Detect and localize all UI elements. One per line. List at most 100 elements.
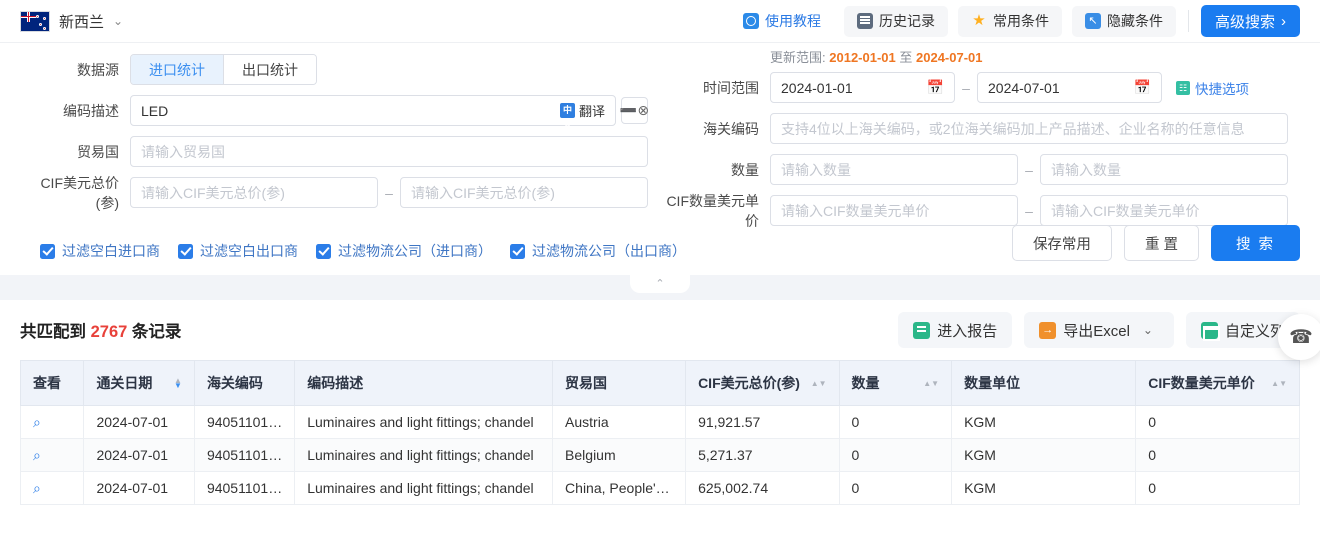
translate-button[interactable]: 中A 翻译 <box>554 99 611 130</box>
column-label: CIF美元总价(参) <box>698 375 800 391</box>
column-header-description: 编码描述 <box>294 360 554 406</box>
advanced-search-button[interactable]: 高级搜索 › <box>1200 5 1300 37</box>
time-range-label: 时间范围 <box>703 79 759 96</box>
range-separator: – <box>385 184 393 201</box>
cif-total-to-input[interactable]: 请输入CIF美元总价(参) <box>400 177 648 208</box>
quantity-to-input[interactable]: 请输入数量 <box>1040 154 1288 185</box>
save-preset-button[interactable]: 保存常用 <box>1011 225 1112 261</box>
column-label: 查看 <box>33 375 61 391</box>
enter-report-label: 进入报告 <box>937 322 998 340</box>
enter-report-button[interactable]: 进入报告 <box>898 312 1013 348</box>
column-label: 编码描述 <box>307 375 364 391</box>
results-table: 查看 通关日期 ▲ ▼ 海关编码 编码描述 贸易国 CIF美元总价(参) ▲▼ … <box>19 360 1300 505</box>
sort-icon[interactable]: ▲▼ <box>811 379 827 387</box>
cell-description: Luminaires and light fittings; chandel <box>294 471 554 505</box>
search-icon[interactable]: ⌕ <box>33 447 41 463</box>
sort-icon[interactable]: ▲▼ <box>1271 379 1287 387</box>
tab-import-stats[interactable]: 进口统计 <box>131 55 223 84</box>
hide-conditions-button[interactable]: 隐藏条件 <box>1071 5 1176 37</box>
new-zealand-flag-icon <box>20 10 50 32</box>
column-header-clearance-date[interactable]: 通关日期 ▲ ▼ <box>83 360 195 406</box>
reset-button[interactable]: 重 置 <box>1123 225 1199 261</box>
translate-icon: 中A <box>559 103 575 130</box>
custom-columns-label: 自定义列 <box>1224 322 1285 340</box>
hs-code-label: 海关编码 <box>703 120 759 137</box>
sort-icon[interactable]: ▲▼ <box>923 379 939 387</box>
table-row[interactable]: ⌕ 2024-07-01 9405110100 Luminaires and l… <box>19 471 1300 505</box>
chevron-down-icon[interactable]: ⌄ <box>1137 323 1159 337</box>
advanced-search-label: 高级搜索 <box>1214 13 1275 31</box>
cif-unit-to-input[interactable]: 请输入CIF数量美元单价 <box>1040 195 1288 226</box>
time-range-from-input[interactable]: 2024-01-01 📅 <box>770 72 955 103</box>
collapse-form-toggle[interactable]: ⌃ <box>630 274 690 293</box>
trade-country-input[interactable]: 请输入贸易国 <box>130 136 648 167</box>
cell-country: Belgium <box>552 438 687 472</box>
record-count-value: 2767 <box>90 323 128 341</box>
quantity-row: 数量 请输入数量 – 请输入数量 <box>660 149 1288 190</box>
record-count-suffix: 条记录 <box>131 323 182 341</box>
quantity-from-input[interactable]: 请输入数量 <box>770 154 1018 185</box>
export-excel-label: 导出Excel <box>1063 322 1130 340</box>
support-headset-icon[interactable]: ☎ <box>1278 314 1320 360</box>
checkbox-filter-blank-importer[interactable]: 过滤空白进口商 <box>40 241 160 261</box>
trade-country-label: 贸易国 <box>77 143 119 160</box>
history-button[interactable]: 历史记录 <box>843 5 948 37</box>
view-cell[interactable]: ⌕ <box>19 471 85 505</box>
cell-date: 2024-07-01 <box>83 438 195 472</box>
record-count-prefix: 共匹配到 <box>20 323 86 341</box>
cell-cif-unit: 0 <box>1135 438 1300 472</box>
cell-country: China, People's R <box>552 471 687 505</box>
hs-code-input[interactable]: 支持4位以上海关编码，或2位海关编码加上产品描述、企业名称的任意信息 <box>770 113 1288 144</box>
favorites-label: 常用条件 <box>992 13 1049 29</box>
calendar-icon: 📅 <box>926 79 944 95</box>
view-cell[interactable]: ⌕ <box>19 438 85 472</box>
cell-cif-unit: 0 <box>1135 471 1300 505</box>
column-header-quantity[interactable]: 数量 ▲▼ <box>838 360 953 406</box>
magnifier-minus-icon[interactable]: ➖⊗ <box>620 97 649 124</box>
table-row[interactable]: ⌕ 2024-07-01 9405110100 Luminaires and l… <box>19 405 1300 439</box>
checkbox-icon <box>40 243 55 259</box>
favorites-button[interactable]: ★ 常用条件 <box>957 5 1062 37</box>
checkbox-filter-logistics-exporter[interactable]: 过滤物流公司（出口商） <box>510 241 686 261</box>
column-header-cif-unit-price[interactable]: CIF数量美元单价 ▲▼ <box>1135 360 1300 406</box>
star-icon: ★ <box>972 12 986 29</box>
hide-icon <box>1084 13 1101 29</box>
column-header-cif-total[interactable]: CIF美元总价(参) ▲▼ <box>685 360 840 406</box>
search-icon[interactable]: ⌕ <box>33 414 41 430</box>
export-excel-button[interactable]: 导出Excel ⌄ <box>1024 312 1174 348</box>
update-range-note: 更新范围: 2012-01-01 至 2024-07-01 <box>770 47 983 66</box>
time-range-to-input[interactable]: 2024-07-01 📅 <box>977 72 1162 103</box>
description-input[interactable]: LED <box>130 95 616 126</box>
quick-options-link[interactable]: ☷ 快捷选项 <box>1176 78 1249 98</box>
form-left-column: 数据源 进口统计 出口统计 编码描述 LED 中A 翻译 ➖⊗ 贸易国 请输入贸… <box>20 49 649 231</box>
hs-code-row: 海关编码 支持4位以上海关编码，或2位海关编码加上产品描述、企业名称的任意信息 <box>660 108 1288 149</box>
search-button[interactable]: 搜 索 <box>1210 225 1300 261</box>
update-range-middle: 至 <box>899 50 913 65</box>
cell-cif-total: 5,271.37 <box>685 438 840 472</box>
table-row[interactable]: ⌕ 2024-07-01 9405110100 Luminaires and l… <box>19 438 1300 472</box>
trade-country-row: 贸易国 请输入贸易国 <box>20 131 648 172</box>
cell-cif-unit: 0 <box>1135 405 1300 439</box>
excel-icon <box>1039 321 1057 339</box>
checkbox-filter-logistics-importer[interactable]: 过滤物流公司（进口商） <box>316 241 492 261</box>
column-label: 数量 <box>851 375 880 391</box>
table-header-row: 查看 通关日期 ▲ ▼ 海关编码 编码描述 贸易国 CIF美元总价(参) ▲▼ … <box>19 360 1300 406</box>
datasource-label: 数据源 <box>77 61 119 78</box>
search-icon[interactable]: ⌕ <box>33 480 41 496</box>
column-header-quantity-unit: 数量单位 <box>951 360 1137 406</box>
country-selector[interactable]: 新西兰 ⌄ <box>20 10 123 32</box>
checkbox-icon <box>316 243 331 259</box>
tab-export-stats[interactable]: 出口统计 <box>223 55 316 84</box>
tutorial-button[interactable]: 使用教程 <box>730 6 834 37</box>
cif-total-row: CIF美元总价(参) 请输入CIF美元总价(参) – 请输入CIF美元总价(参) <box>20 172 648 213</box>
tutorial-icon <box>742 13 759 29</box>
cif-unit-from-input[interactable]: 请输入CIF数量美元单价 <box>770 195 1018 226</box>
sort-icon[interactable]: ▲▼ <box>174 377 182 390</box>
column-label: 贸易国 <box>565 375 608 391</box>
divider <box>1187 10 1189 32</box>
cell-country: Austria <box>552 405 687 439</box>
report-icon <box>913 321 931 339</box>
view-cell[interactable]: ⌕ <box>19 405 85 439</box>
cif-total-from-input[interactable]: 请输入CIF美元总价(参) <box>130 177 378 208</box>
checkbox-filter-blank-exporter[interactable]: 过滤空白出口商 <box>178 241 298 261</box>
